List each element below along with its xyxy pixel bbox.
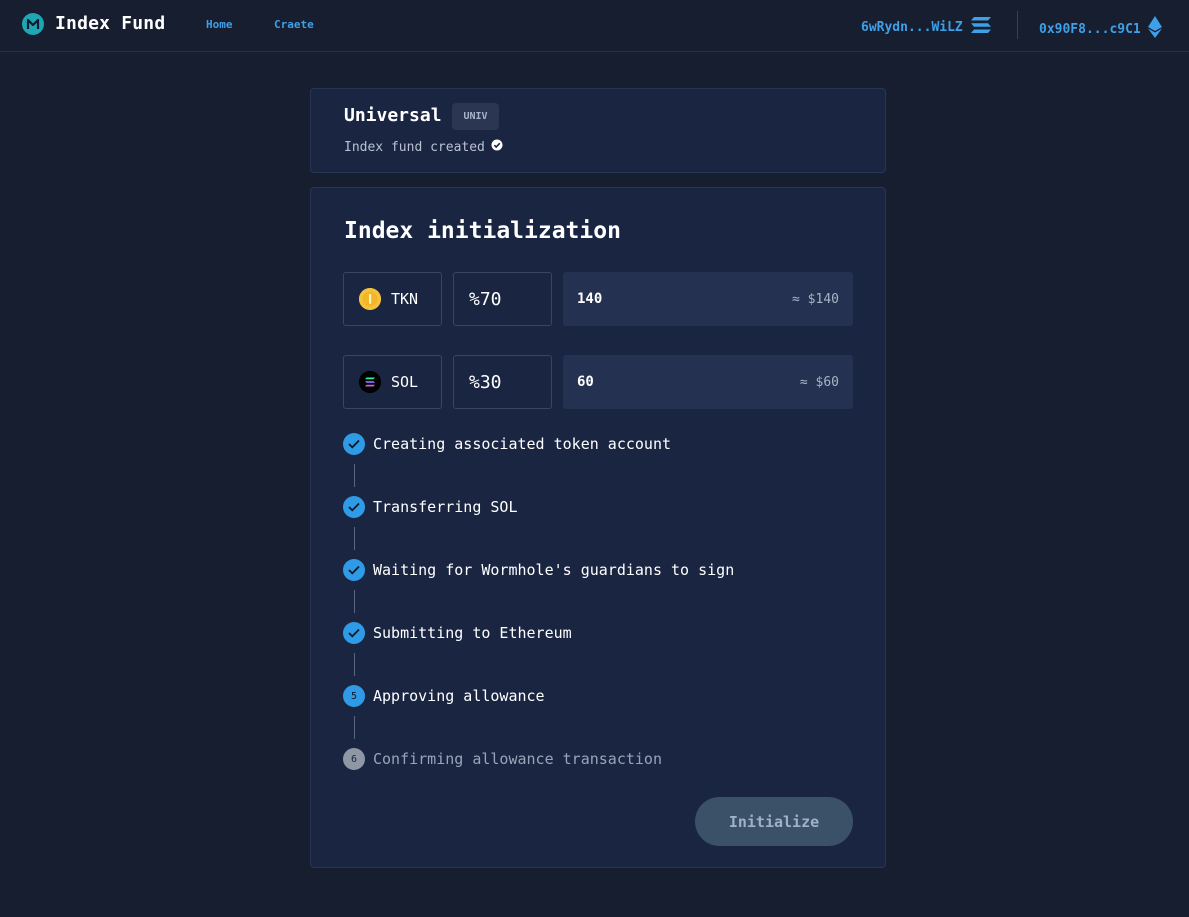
ethereum-wallet-address: 0x90F8...c9C1 [1039, 21, 1141, 37]
step-transfer-sol: Transferring SOL [343, 496, 518, 518]
amount-field-tkn[interactable]: 140 ≈ $140 [563, 272, 853, 326]
step-number-badge: 6 [343, 748, 365, 770]
step-create-token-account: Creating associated token account [343, 433, 671, 455]
step-confirm-allowance: 6 Confirming allowance transaction [343, 748, 662, 770]
step-label: Approving allowance [373, 687, 545, 705]
initialize-button[interactable]: Initialize [695, 797, 853, 846]
top-navbar: Index Fund Home Craete 6wRydn...WiLZ 0x9… [0, 0, 1189, 52]
percent-input-sol[interactable]: %30 [453, 355, 552, 409]
tkn-coin-icon [359, 288, 381, 310]
ethereum-wallet-button[interactable]: 0x90F8...c9C1 [1039, 16, 1162, 42]
ethereum-icon [1147, 16, 1162, 42]
step-connector [354, 464, 355, 487]
token-symbol: SOL [391, 373, 419, 391]
amount-usd: ≈ $140 [792, 291, 839, 307]
token-select-tkn[interactable]: TKN [343, 272, 442, 326]
amount-value: 60 [577, 374, 594, 390]
percent-input-tkn[interactable]: %70 [453, 272, 552, 326]
step-label: Creating associated token account [373, 435, 672, 453]
solana-wallet-address: 6wRydn...WiLZ [861, 19, 963, 35]
step-label: Confirming allowance transaction [373, 750, 662, 768]
index-initialization-card: Index initialization TKN %70 140 ≈ $140 … [310, 187, 886, 868]
logo-icon[interactable] [22, 13, 44, 35]
step-approve-allowance: 5 Approving allowance [343, 685, 545, 707]
step-connector [354, 653, 355, 676]
nav-home-link[interactable]: Home [206, 18, 233, 31]
step-number-badge: 5 [343, 685, 365, 707]
token-select-sol[interactable]: SOL [343, 355, 442, 409]
brand-title[interactable]: Index Fund [55, 13, 165, 34]
fund-name: Universal [344, 105, 442, 126]
check-icon [343, 559, 365, 581]
step-label: Submitting to Ethereum [373, 624, 572, 642]
step-connector [354, 527, 355, 550]
fund-summary-card: Universal UNIV Index fund created [310, 88, 886, 173]
check-icon [343, 433, 365, 455]
check-circle-icon [491, 139, 503, 155]
solana-coin-icon [359, 371, 381, 393]
step-wormhole-guardians: Waiting for Wormhole's guardians to sign [343, 559, 734, 581]
solana-icon [970, 16, 992, 38]
amount-value: 140 [577, 291, 603, 307]
step-label: Transferring SOL [373, 498, 518, 516]
step-submit-ethereum: Submitting to Ethereum [343, 622, 572, 644]
fund-ticker-badge: UNIV [452, 103, 499, 130]
wallet-divider [1017, 11, 1018, 39]
check-icon [343, 622, 365, 644]
amount-usd: ≈ $60 [799, 374, 839, 390]
nav-create-link[interactable]: Craete [274, 18, 314, 31]
section-title: Index initialization [344, 218, 621, 244]
solana-wallet-button[interactable]: 6wRydn...WiLZ [861, 16, 992, 38]
check-icon [343, 496, 365, 518]
fund-status: Index fund created [344, 139, 503, 155]
amount-field-sol[interactable]: 60 ≈ $60 [563, 355, 853, 409]
step-connector [354, 590, 355, 613]
token-symbol: TKN [391, 290, 419, 308]
step-label: Waiting for Wormhole's guardians to sign [373, 561, 735, 579]
step-connector [354, 716, 355, 739]
fund-status-text: Index fund created [344, 139, 485, 155]
